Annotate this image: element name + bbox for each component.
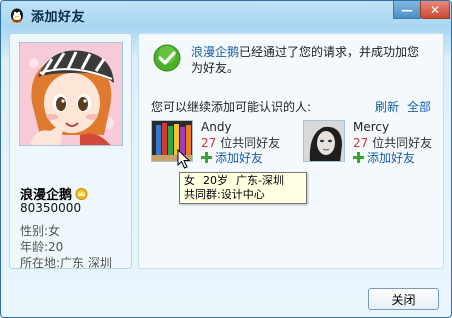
common-count-number: 27 [201,136,217,150]
tooltip-location: 广东-深圳 [236,174,284,187]
common-count-suffix: 位共同好友 [368,136,433,150]
success-message: 浪漫企鹅已经通过了您的请求，并成功加您为好友。 [191,44,431,76]
common-count-number: 27 [353,136,369,150]
tooltip-info-row: 女 20岁 广东-深圳 [184,174,302,188]
profile-gender: 性别:女 [20,224,61,238]
avatar-picture [20,43,122,145]
suggestions-label: 您可以继续添加可能认识的人: [151,100,312,114]
window-title: 添加好友 [31,10,86,25]
friend-name[interactable]: Mercy [353,120,389,134]
view-all-link[interactable]: 全部 [407,98,431,115]
friend-name[interactable]: Andy [201,120,232,134]
close-button[interactable]: 关闭 [368,288,439,310]
crown-icon[interactable] [75,187,88,200]
title-bar[interactable]: 添加好友 — ✕ [1,1,451,29]
friend-avatar[interactable] [303,120,345,162]
portrait-picture [304,121,344,161]
plus-icon [201,152,212,163]
profile-location: 所在地:广东 深圳 [20,256,112,270]
tooltip-age: 20岁 [203,174,228,187]
success-check-icon [153,44,181,72]
plus-icon [353,152,364,163]
minimize-button[interactable]: — [393,1,421,19]
message-nickname-link[interactable]: 浪漫企鹅 [191,45,239,59]
common-count-suffix: 位共同好友 [216,136,281,150]
add-friend-label: 添加好友 [215,151,264,165]
profile-panel: 浪漫企鹅 80350000 性别:女 年龄:20 所在地:广东 深圳 [9,33,132,270]
profile-age: 年龄:20 [20,240,64,254]
tooltip-gender: 女 [184,174,195,187]
qq-penguin-icon [11,8,23,23]
window-close-button[interactable]: ✕ [420,1,450,19]
mouse-cursor-icon [177,149,191,169]
tooltip-common-group: 共同群:设计中心 [184,188,265,201]
avatar[interactable] [19,42,123,146]
add-friend-link[interactable]: 添加好友 [201,149,263,166]
profile-qq-number: 80350000 [20,201,82,215]
refresh-link[interactable]: 刷新 [375,98,399,115]
add-friend-label: 添加好友 [367,151,416,165]
add-friend-dialog: 添加好友 — ✕ 浪漫企鹅 80350000 性别:女 年龄:20 所在地:广东… [0,0,452,318]
friend-tooltip: 女 20岁 广东-深圳 共同群:设计中心 [179,172,307,204]
add-friend-link[interactable]: 添加好友 [353,149,415,166]
